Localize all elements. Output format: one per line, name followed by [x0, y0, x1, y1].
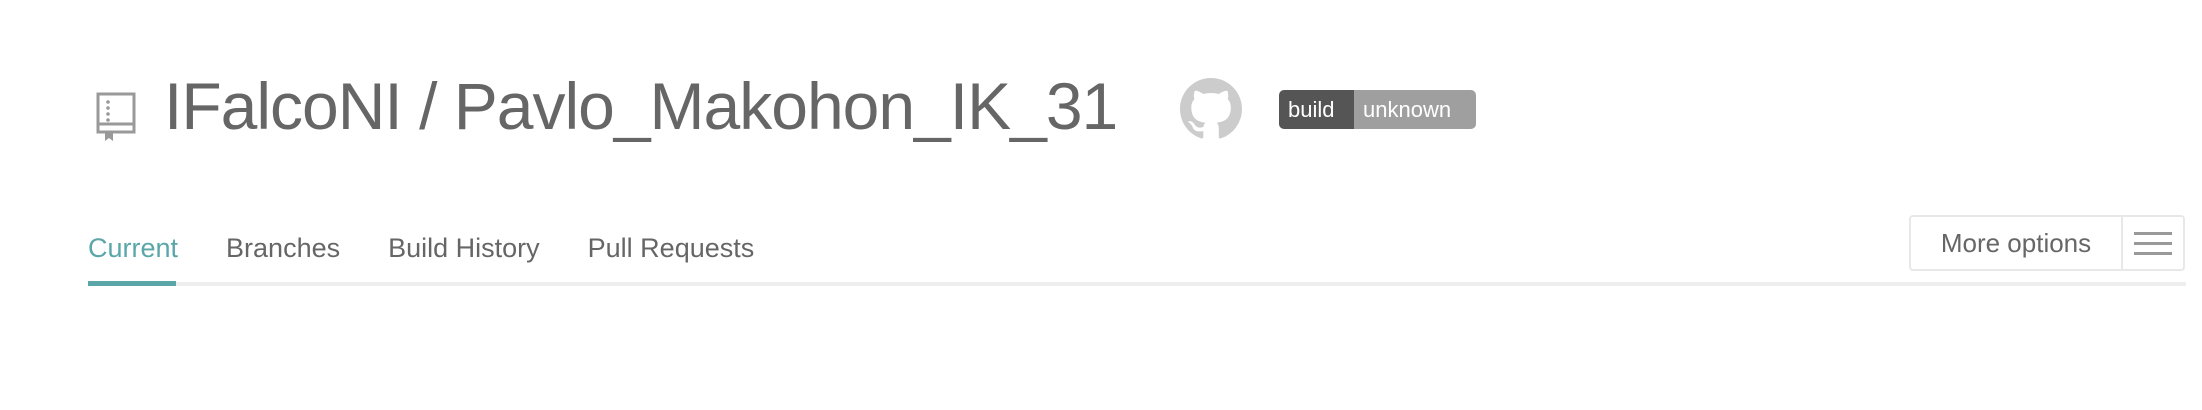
title-separator: / [401, 69, 454, 143]
more-options-label: More options [1911, 217, 2123, 269]
repo-name-link[interactable]: Pavlo_Makohon_IK_31 [454, 69, 1118, 143]
badge-label: build [1279, 90, 1354, 129]
repo-icon [96, 92, 136, 141]
repo-tabs: Current Branches Build History Pull Requ… [88, 230, 802, 266]
tab-build-history[interactable]: Build History [388, 230, 540, 266]
tab-current[interactable]: Current [88, 230, 178, 266]
page-title: IFalcoNI / Pavlo_Makohon_IK_31 [164, 66, 1118, 146]
github-icon[interactable] [1180, 78, 1242, 140]
tabs-divider [88, 282, 2186, 286]
active-tab-indicator [88, 281, 176, 286]
tab-branches[interactable]: Branches [226, 230, 340, 266]
more-options-button[interactable]: More options [1909, 215, 2185, 271]
repo-owner-link[interactable]: IFalcoNI [164, 69, 403, 143]
hamburger-icon[interactable] [2123, 217, 2183, 269]
badge-status: unknown [1354, 90, 1476, 129]
tab-pull-requests[interactable]: Pull Requests [588, 230, 755, 266]
build-status-badge[interactable]: build unknown [1279, 90, 1476, 129]
